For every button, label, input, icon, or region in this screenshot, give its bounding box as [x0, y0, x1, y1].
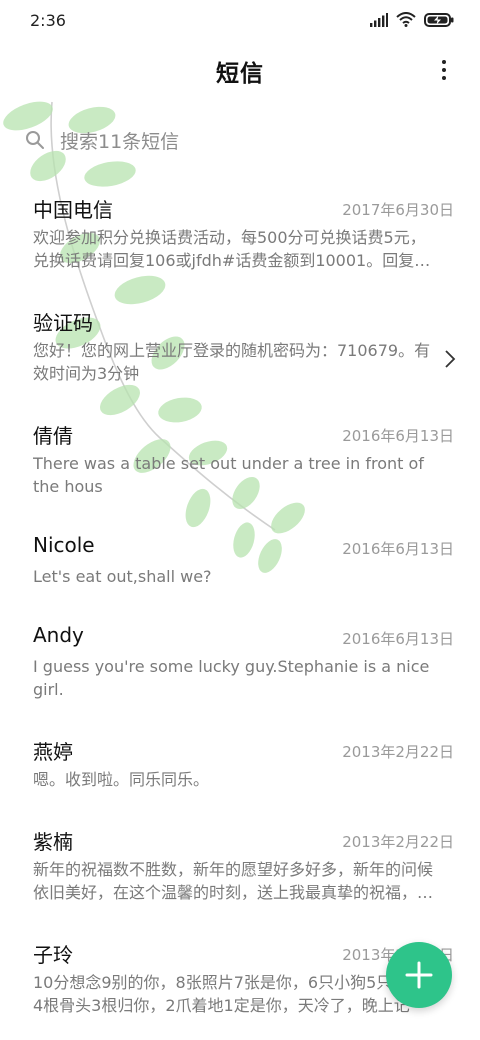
search-input[interactable]: 搜索11条短信 [60, 127, 179, 154]
wifi-icon [396, 12, 416, 27]
list-item[interactable]: Andy 2016年6月13日 I guess you're some luck… [0, 607, 480, 720]
contact-name: Andy [33, 623, 84, 647]
list-item[interactable]: Nicole 2016年6月13日 Let's eat out,shall we… [0, 517, 480, 607]
status-bar: 2:36 [0, 0, 480, 40]
contact-name: 验证码 [33, 311, 93, 335]
message-preview: 新年的祝福数不胜数，新年的愿望好多好多，新年的问候依旧美好，在这个温馨的时刻，送… [33, 860, 434, 902]
list-item[interactable]: 倩倩 2016年6月13日 There was a table set out … [0, 404, 480, 517]
status-icons [370, 12, 454, 27]
contact-name: 紫楠 [33, 830, 73, 854]
list-item[interactable]: 验证码 您好！您的网上营业厅登录的随机密码为：710679。有效时间为3分钟 [0, 291, 480, 404]
list-item[interactable]: 燕婷 2013年2月22日 嗯。收到啦。同乐同乐。 [0, 720, 480, 810]
message-preview: 10分想念9别的你，8张照片7张是你，6只小狗5只像你，4根骨头3根归你，2爪着… [33, 973, 440, 1015]
message-date: 2016年6月13日 [342, 630, 454, 648]
message-preview: There was a table set out under a tree i… [33, 454, 424, 496]
contact-name: Nicole [33, 533, 95, 557]
more-vertical-icon [442, 60, 446, 64]
message-preview: 您好！您的网上营业厅登录的随机密码为：710679。有效时间为3分钟 [33, 341, 431, 383]
message-date: 2013年2月22日 [342, 833, 454, 851]
new-message-button[interactable] [386, 942, 452, 1008]
page-title: 短信 [216, 61, 264, 87]
search-icon [26, 131, 44, 149]
signal-icon [370, 12, 388, 27]
plus-icon [405, 961, 433, 989]
message-preview: 欢迎参加积分兑换话费活动，每500分可兑换话费5元，兑换话费请回复106或jfd… [33, 228, 431, 270]
message-preview: I guess you're some lucky guy.Stephanie … [33, 657, 430, 699]
contact-name: 燕婷 [33, 740, 73, 764]
list-item[interactable]: 中国电信 2017年6月30日 欢迎参加积分兑换话费活动，每500分可兑换话费5… [0, 178, 480, 291]
list-item[interactable]: 紫楠 2013年2月22日 新年的祝福数不胜数，新年的愿望好多好多，新年的问候依… [0, 810, 480, 923]
status-time: 2:36 [30, 11, 66, 30]
contact-name: 子玲 [33, 943, 73, 967]
battery-charging-icon [424, 12, 454, 27]
message-date: 2016年6月13日 [342, 540, 454, 558]
contact-name: 中国电信 [33, 198, 113, 222]
search-bar[interactable]: 搜索11条短信 [20, 120, 460, 160]
message-preview: Let's eat out,shall we? [33, 567, 212, 586]
message-preview: 嗯。收到啦。同乐同乐。 [33, 770, 210, 789]
title-bar: 短信 [0, 48, 480, 92]
message-date: 2013年2月22日 [342, 743, 454, 761]
message-date: 2016年6月13日 [342, 427, 454, 445]
more-options-button[interactable] [434, 56, 454, 84]
conversation-list: 中国电信 2017年6月30日 欢迎参加积分兑换话费活动，每500分可兑换话费5… [0, 178, 480, 1023]
message-date: 2017年6月30日 [342, 201, 454, 219]
chevron-right-icon[interactable] [444, 349, 456, 369]
contact-name: 倩倩 [33, 424, 73, 448]
